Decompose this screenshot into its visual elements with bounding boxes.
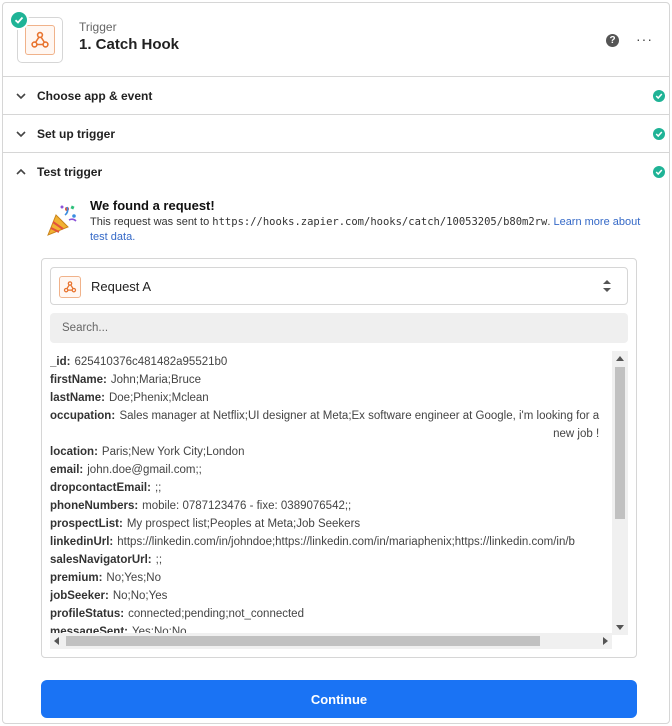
field-key: occupation: (50, 410, 116, 422)
sort-arrows-icon (603, 280, 611, 292)
field-value: No;No;Yes (112, 590, 168, 602)
field-value: ;; (154, 482, 162, 494)
request-field-row: salesNavigatorUrl:;; (50, 551, 610, 569)
field-key: phoneNumbers: (50, 500, 139, 512)
request-field-row: firstName: John;Maria;Bruce (50, 371, 610, 389)
section-label: Choose app & event (37, 89, 153, 103)
section-set-up-trigger[interactable]: Set up trigger (3, 115, 669, 153)
request-panel: Request A _id:625410376c481482a95521b0fi… (41, 258, 637, 658)
request-field-row: prospectList: My prospect list;Peoples at… (50, 515, 610, 533)
section-label: Set up trigger (37, 127, 116, 141)
check-circle-icon (653, 166, 665, 178)
section-choose-app-event[interactable]: Choose app & event (3, 77, 669, 115)
description-text: This request was sent to (90, 216, 213, 228)
request-field-row: dropcontactEmail:;; (50, 479, 610, 497)
field-key: email: (50, 464, 84, 476)
field-key: salesNavigatorUrl: (50, 554, 152, 566)
field-value: john.doe@gmail.com;; (87, 464, 202, 476)
step-header[interactable]: Trigger 1. Catch Hook ? ··· (3, 3, 669, 77)
field-key: prospectList: (50, 518, 123, 530)
field-value: My prospect list;Peoples at Meta;Job See… (126, 518, 361, 530)
scroll-left-arrow-icon[interactable] (54, 637, 59, 645)
webhook-icon (59, 276, 81, 298)
request-fields-list: _id: 625410376c481482a95521b0 firstName: Jo… (50, 353, 610, 633)
field-value: Yes;No;No (131, 626, 187, 633)
request-field-row: _id: 625410376c481482a95521b0 (50, 353, 610, 371)
field-key: lastName: (50, 392, 105, 404)
party-popper-icon (47, 205, 77, 236)
field-key: dropcontactEmail: (50, 482, 151, 494)
continue-button[interactable]: Continue (41, 680, 637, 718)
section-test-trigger[interactable]: Test trigger (3, 153, 669, 191)
step-title: 1. Catch Hook (79, 36, 180, 53)
field-value: Sales manager at Netflix;UI designer at … (119, 410, 600, 440)
field-key: linkedinUrl: (50, 536, 114, 548)
field-value: connected;pending;not_connected (128, 608, 304, 620)
search-input[interactable] (50, 313, 628, 343)
scroll-down-arrow-icon[interactable] (616, 625, 624, 630)
field-value: https://linkedin.com/in/johndoe;https://… (117, 536, 575, 548)
chevron-up-icon (16, 168, 26, 175)
check-circle-icon (653, 128, 665, 140)
field-value: ;; (155, 554, 163, 566)
found-request-description: This request was sent to https://hooks.z… (90, 215, 650, 245)
found-request-title: We found a request! (90, 198, 215, 213)
request-field-row: profileStatus: connected;pending;not_conn… (50, 605, 610, 623)
request-select[interactable]: Request A (50, 267, 628, 305)
horizontal-scrollbar[interactable] (50, 633, 612, 649)
check-circle-icon (653, 90, 665, 102)
step-complete-check-icon (9, 10, 29, 30)
field-key: firstName: (50, 374, 107, 386)
request-field-row: messageSent: Yes;No;No (50, 623, 610, 633)
question-icon[interactable]: ? (606, 34, 619, 47)
field-value: 625410376c481482a95521b0 (74, 356, 228, 368)
request-field-row: occupation: Sales manager at Netflix;UI d… (50, 407, 610, 443)
request-field-row: email: john.doe@gmail.com;; (50, 461, 610, 479)
scrollbar-thumb[interactable] (66, 636, 540, 646)
chevron-down-icon (16, 131, 26, 138)
field-key: location: (50, 446, 98, 458)
field-value: mobile: 0787123476 - fixe: 0389076542;; (142, 500, 352, 512)
field-value: Doe;Phenix;Mclean (108, 392, 209, 404)
field-key: premium: (50, 572, 103, 584)
field-value: No;Yes;No (106, 572, 161, 584)
chevron-down-icon (16, 93, 26, 100)
request-field-row: phoneNumbers: mobile: 0787123476 - fixe: … (50, 497, 610, 515)
step-type-label: Trigger (79, 20, 117, 34)
request-field-row: location: Paris;New York City;London (50, 443, 610, 461)
scroll-right-arrow-icon[interactable] (603, 637, 608, 645)
vertical-scrollbar[interactable] (612, 351, 628, 635)
scrollbar-thumb[interactable] (615, 367, 625, 519)
webhook-icon (25, 25, 55, 55)
field-key: jobSeeker: (50, 590, 109, 602)
ellipsis-icon[interactable]: ··· (636, 31, 653, 47)
field-key: profileStatus: (50, 608, 125, 620)
field-value: Paris;New York City;London (101, 446, 245, 458)
field-key: _id: (50, 356, 71, 368)
field-key: messageSent: (50, 626, 128, 633)
section-label: Test trigger (37, 165, 103, 179)
request-field-row: lastName: Doe;Phenix;Mclean (50, 389, 610, 407)
webhook-url: https://hooks.zapier.com/hooks/catch/100… (212, 216, 548, 228)
request-select-value: Request A (91, 279, 151, 294)
scroll-up-arrow-icon[interactable] (616, 356, 624, 361)
request-field-row: linkedinUrl: https://linkedin.com/in/john… (50, 533, 610, 551)
request-field-row: premium: No;Yes;No (50, 569, 610, 587)
field-value: John;Maria;Bruce (110, 374, 202, 386)
zap-step-card: Trigger 1. Catch Hook ? ··· Choose app &… (2, 2, 670, 724)
request-field-row: jobSeeker: No;No;Yes (50, 587, 610, 605)
